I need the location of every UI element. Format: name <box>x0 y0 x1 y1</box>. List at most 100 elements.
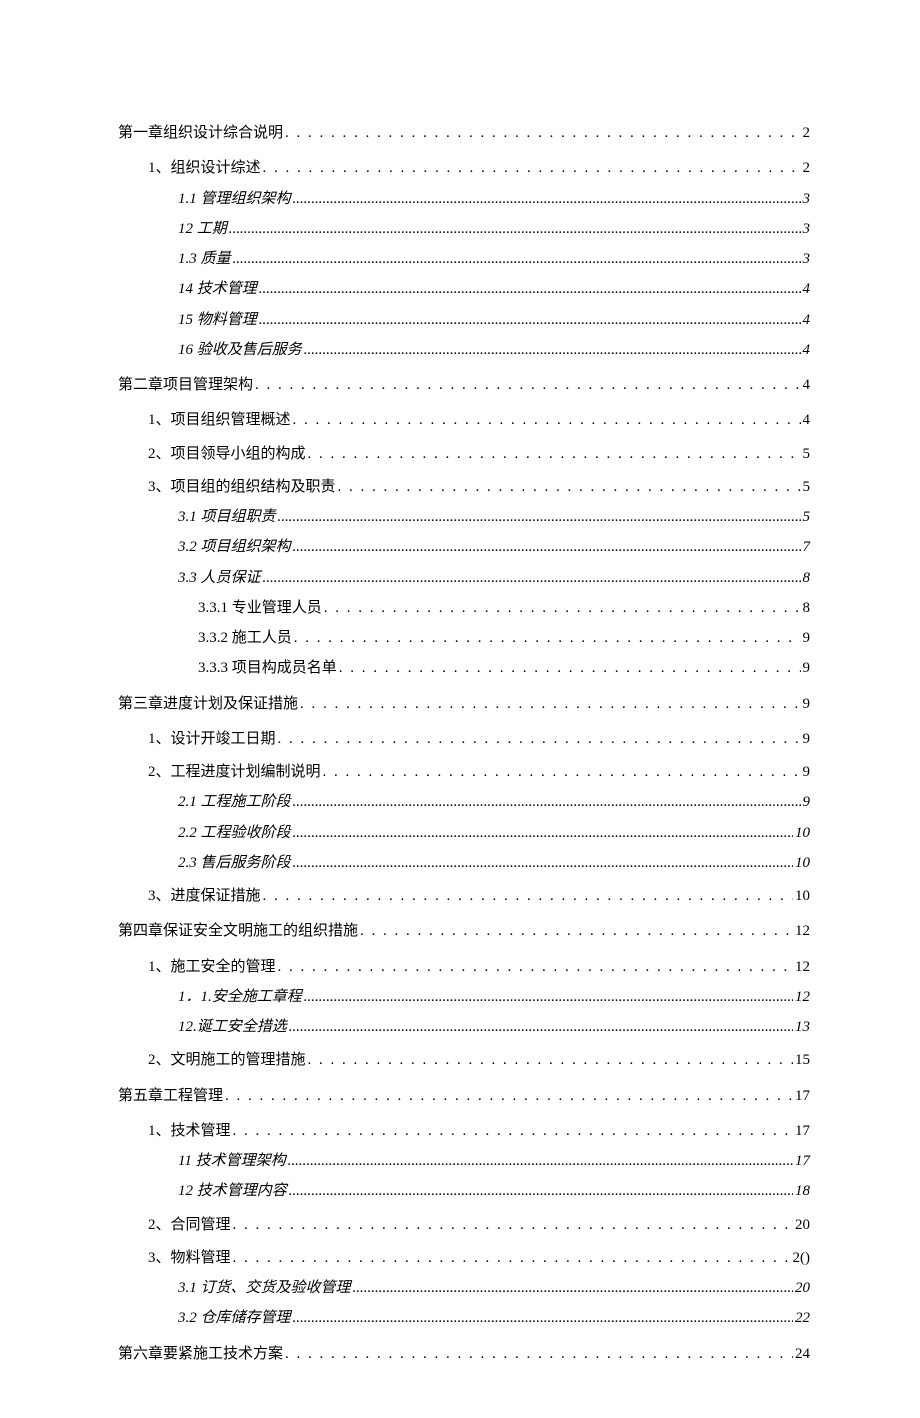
toc-leader-dots <box>233 1247 791 1270</box>
toc-entry-label: 1、设计开竣工日期 <box>148 728 276 751</box>
toc-entry: 1.3 质量 3 <box>178 248 810 271</box>
toc-leader-dots <box>304 339 801 362</box>
toc-entry-label: 1、项目组织管理概述 <box>148 409 291 432</box>
toc-entry-page: 22 <box>795 1307 810 1330</box>
toc-entry-page: 4 <box>803 309 811 332</box>
toc-entry-page: 9 <box>803 627 811 650</box>
toc-entry-page: 3 <box>803 188 811 211</box>
toc-entry-page: 4 <box>803 278 811 301</box>
toc-entry: 3.3.3 项目构成员名单9 <box>198 657 810 680</box>
toc-entry: 1、组织设计综述 2 <box>148 157 810 180</box>
toc-entry-page: 12 <box>795 956 810 979</box>
toc-entry-label: 15 物料管理 <box>178 309 257 332</box>
toc-leader-dots <box>278 956 793 979</box>
toc-entry-page: 8 <box>803 567 811 590</box>
toc-leader-dots <box>225 1085 793 1108</box>
toc-entry-page: 17 <box>795 1120 810 1143</box>
toc-leader-dots <box>278 506 801 529</box>
toc-entry: 第三章进度计划及保证措施9 <box>118 693 810 716</box>
toc-entry-label: 第二章项目管理架构 <box>118 374 253 397</box>
toc-entry-page: 10 <box>795 822 810 845</box>
toc-leader-dots <box>300 693 800 716</box>
toc-leader-dots <box>288 1150 793 1173</box>
table-of-contents: 第一章组织设计综合说明21、组织设计综述21.1 管理组织架构312 工期31.… <box>118 122 810 1366</box>
toc-leader-dots <box>233 1214 793 1237</box>
toc-entry-label: 第四章保证安全文明施工的组织措施 <box>118 920 358 943</box>
toc-entry-label: 1．1.安全施工章程 <box>178 986 302 1009</box>
toc-entry-label: 3、进度保证措施 <box>148 885 261 908</box>
toc-entry-page: 3 <box>803 248 811 271</box>
toc-entry: 15 物料管理 4 <box>178 309 810 332</box>
toc-leader-dots <box>263 885 793 908</box>
toc-entry-page: 8 <box>803 597 811 620</box>
toc-leader-dots <box>304 986 793 1009</box>
toc-leader-dots <box>324 597 801 620</box>
toc-entry: 3、项目组的组织结构及职责5 <box>148 476 810 499</box>
toc-entry-page: 5 <box>803 506 811 529</box>
toc-leader-dots <box>338 476 801 499</box>
toc-entry: 第四章保证安全文明施工的组织措施12 <box>118 920 810 943</box>
toc-entry-label: 第六章要紧施工技术方案 <box>118 1343 283 1366</box>
toc-entry: 1、设计开竣工日期9 <box>148 728 810 751</box>
toc-leader-dots <box>255 374 800 397</box>
toc-entry: 2、项目领导小组的构成 5 <box>148 443 810 466</box>
toc-entry-page: 13 <box>795 1016 810 1039</box>
toc-leader-dots <box>293 791 801 814</box>
toc-entry-label: 2.3 售后服务阶段 <box>178 852 291 875</box>
toc-entry: 16 验收及售后服务 4 <box>178 339 810 362</box>
toc-entry: 14 技术管理4 <box>178 278 810 301</box>
toc-entry: 2、文明施工的管理措施15 <box>148 1049 810 1072</box>
toc-entry: 2.1 工程施工阶段 9 <box>178 791 810 814</box>
toc-entry-label: 2、文明施工的管理措施 <box>148 1049 306 1072</box>
toc-entry-label: 1、技术管理 <box>148 1120 231 1143</box>
toc-entry-page: 3 <box>803 218 811 241</box>
toc-leader-dots <box>293 852 793 875</box>
toc-page: 第一章组织设计综合说明21、组织设计综述21.1 管理组织架构312 工期31.… <box>0 0 920 1418</box>
toc-entry-label: 2.1 工程施工阶段 <box>178 791 291 814</box>
toc-entry-label: 1.3 质量 <box>178 248 231 271</box>
toc-leader-dots <box>293 536 801 559</box>
toc-leader-dots <box>263 567 801 590</box>
toc-leader-dots <box>339 657 801 680</box>
toc-leader-dots <box>289 1180 793 1203</box>
toc-entry-label: 1、组织设计综述 <box>148 157 261 180</box>
toc-entry-label: 3.3.2 施工人员 <box>198 627 292 650</box>
toc-entry-label: 16 验收及售后服务 <box>178 339 302 362</box>
toc-entry: 3.3.1 专业管理人员8 <box>198 597 810 620</box>
toc-entry-label: 3.1 订货、交货及验收管理 <box>178 1277 351 1300</box>
toc-entry-page: 2() <box>793 1247 811 1270</box>
toc-entry: 3.3 人员保证8 <box>178 567 810 590</box>
toc-leader-dots <box>353 1277 793 1300</box>
toc-entry-page: 9 <box>803 791 811 814</box>
toc-leader-dots <box>259 278 801 301</box>
toc-entry-label: 11 技术管理架构 <box>178 1150 286 1173</box>
toc-entry: 1、技术管理 17 <box>148 1120 810 1143</box>
toc-leader-dots <box>285 122 800 145</box>
toc-entry: 3.1 订货、交货及验收管理20 <box>178 1277 810 1300</box>
toc-entry-page: 9 <box>803 693 811 716</box>
toc-entry: 11 技术管理架构 17 <box>178 1150 810 1173</box>
toc-entry-label: 12 工期 <box>178 218 227 241</box>
toc-entry-label: 1.1 管理组织架构 <box>178 188 291 211</box>
toc-entry: 3.2 仓库储存管理22 <box>178 1307 810 1330</box>
toc-entry-page: 7 <box>803 536 811 559</box>
toc-entry: 3、进度保证措施10 <box>148 885 810 908</box>
toc-entry-page: 2 <box>803 157 811 180</box>
toc-entry-label: 2、合同管理 <box>148 1214 231 1237</box>
toc-entry-page: 5 <box>803 443 811 466</box>
toc-entry: 第一章组织设计综合说明2 <box>118 122 810 145</box>
toc-leader-dots <box>293 822 793 845</box>
toc-entry: 2、工程进度计划编制说明9 <box>148 761 810 784</box>
toc-entry-label: 第五章工程管理 <box>118 1085 223 1108</box>
toc-entry: 第五章工程管理 17 <box>118 1085 810 1108</box>
toc-leader-dots <box>308 1049 793 1072</box>
toc-entry-label: 12 技术管理内容 <box>178 1180 287 1203</box>
toc-leader-dots <box>360 920 793 943</box>
toc-entry-page: 9 <box>803 761 811 784</box>
toc-entry-page: 2 <box>803 122 811 145</box>
toc-entry-page: 17 <box>795 1150 810 1173</box>
toc-leader-dots <box>285 1343 793 1366</box>
toc-entry-label: 2、项目领导小组的构成 <box>148 443 306 466</box>
toc-entry-page: 17 <box>795 1085 810 1108</box>
toc-entry-page: 4 <box>803 339 811 362</box>
